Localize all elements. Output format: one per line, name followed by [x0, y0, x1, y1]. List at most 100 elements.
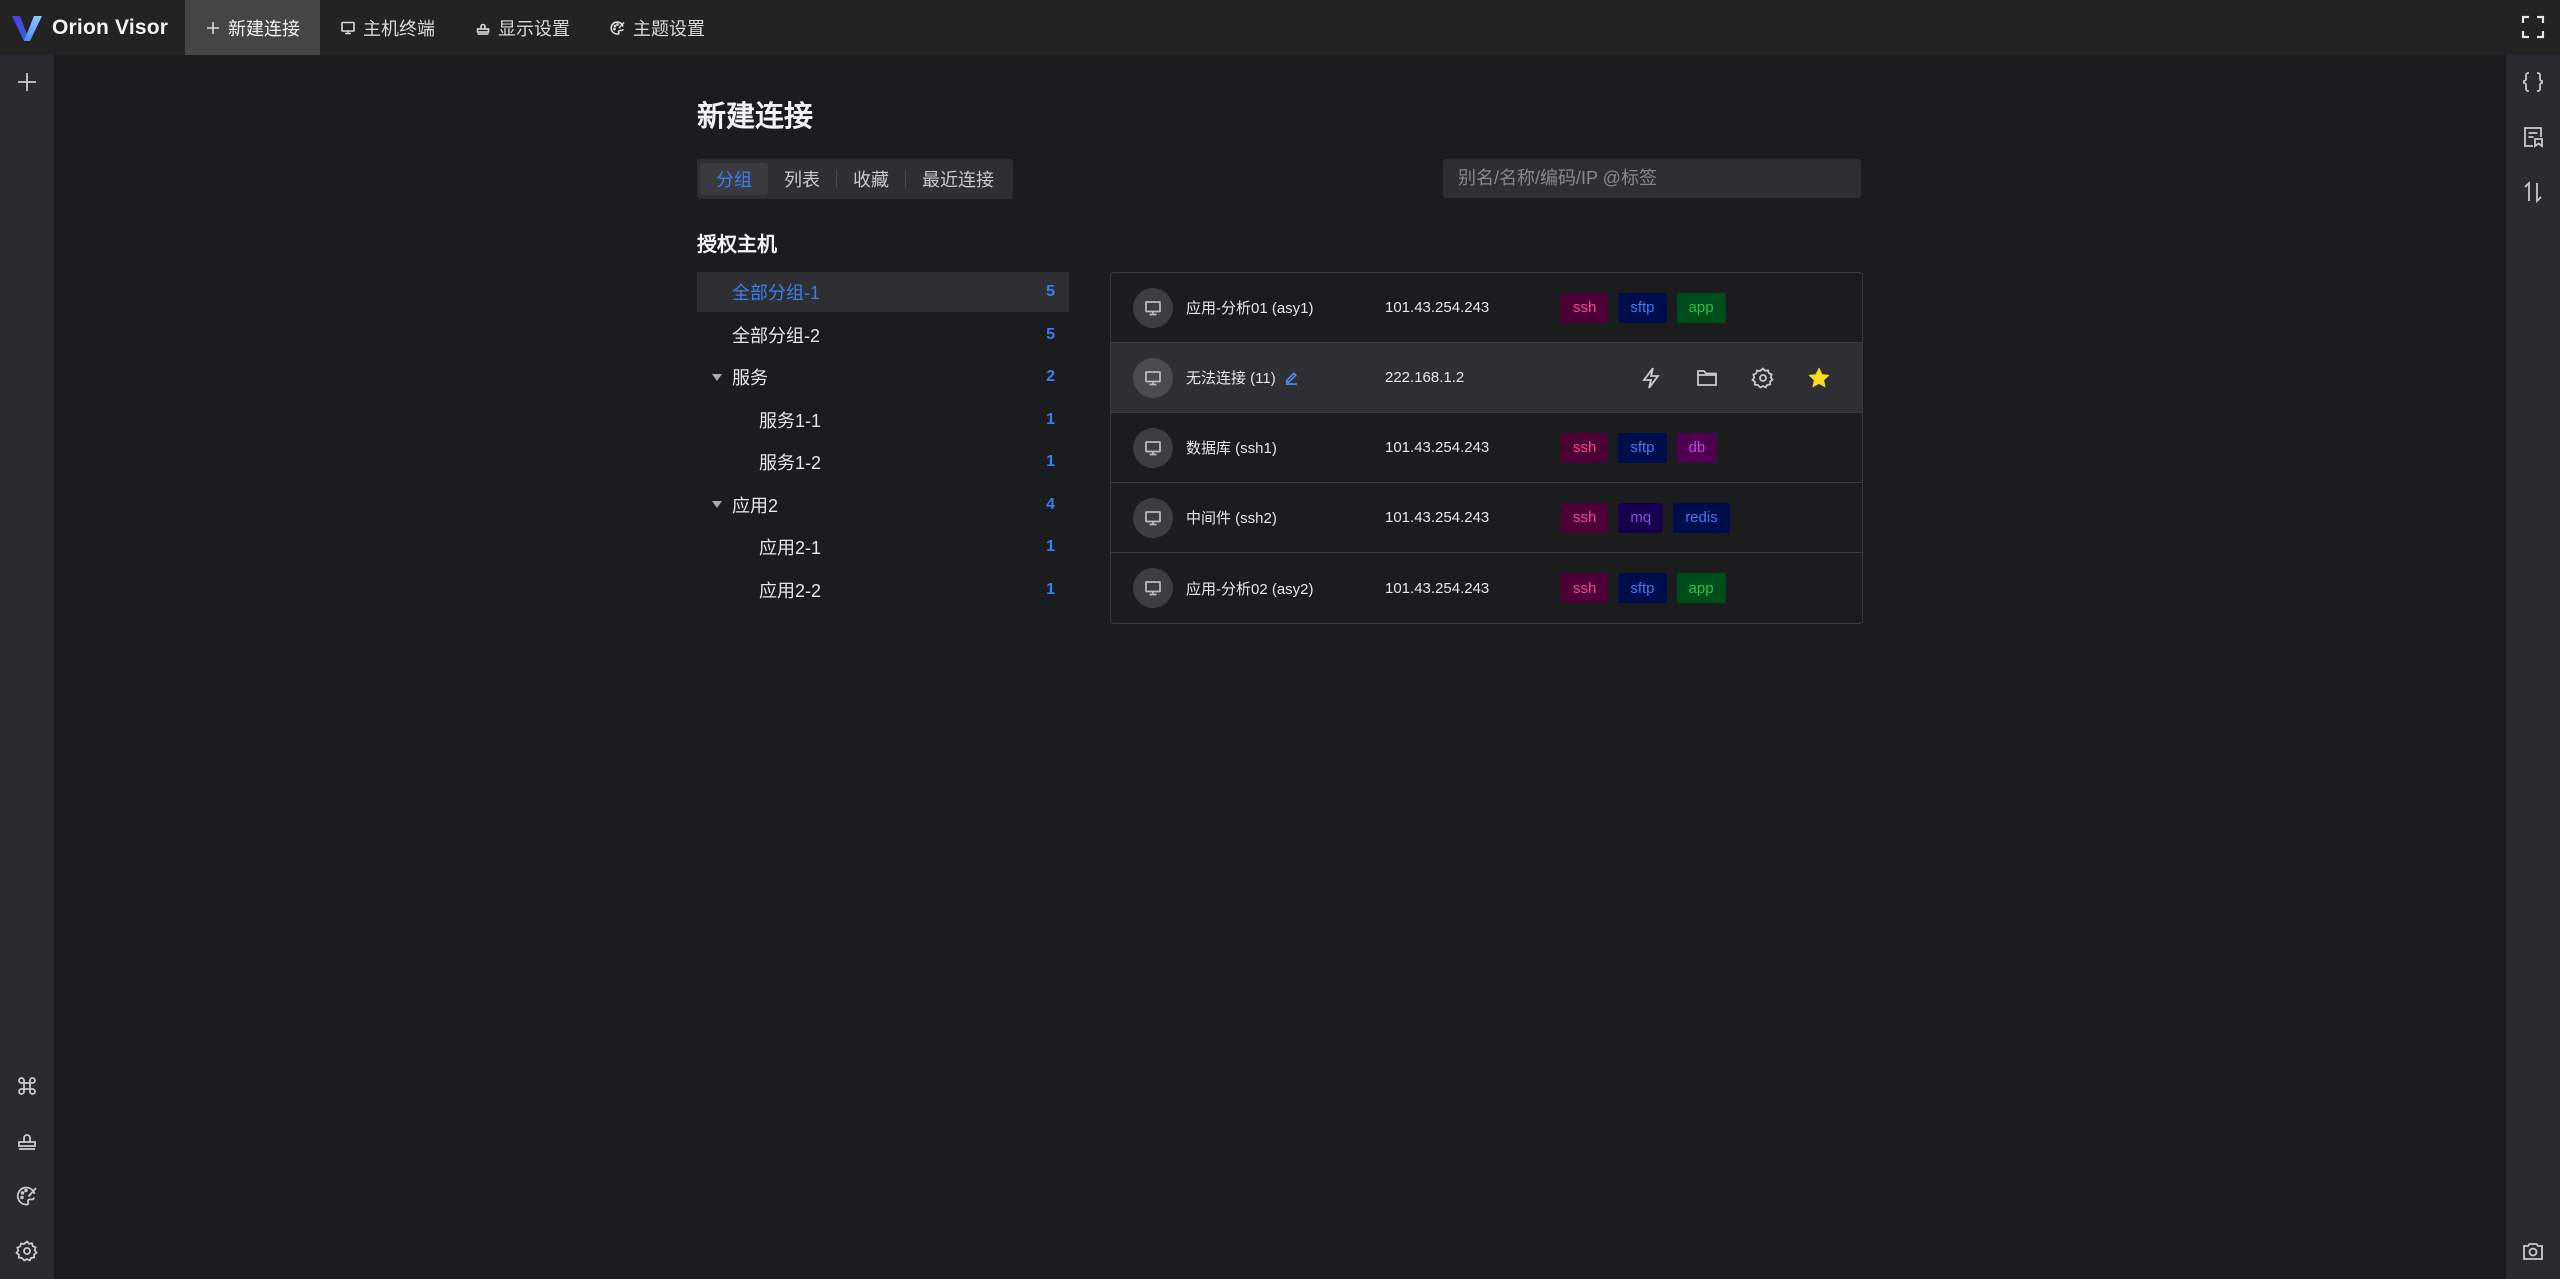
host-ip: 101.43.254.243 — [1385, 579, 1490, 597]
plus-icon — [18, 73, 36, 91]
left-sidebar — [0, 55, 54, 1279]
host-ip: 101.43.254.243 — [1385, 439, 1490, 456]
host-avatar — [1133, 427, 1173, 468]
snippet-braces-button[interactable] — [2518, 67, 2548, 97]
gear-icon — [15, 1240, 38, 1262]
tag-ssh: ssh — [1561, 432, 1609, 463]
host-avatar — [1133, 357, 1173, 398]
tag-mq: mq — [1618, 502, 1664, 533]
tag-sftp: sftp — [1618, 292, 1667, 323]
host-name-text: 数据库 (ssh1) — [1186, 440, 1277, 457]
gear-icon — [1751, 366, 1774, 389]
host-tags: ssh sftp app — [1561, 292, 1726, 323]
display-settings-button[interactable] — [12, 1126, 42, 1156]
tree-item-label: 服务1-1 — [759, 410, 822, 431]
host-actions — [1638, 365, 1832, 391]
host-ip: 101.43.254.243 — [1385, 509, 1490, 526]
host-tags: ssh sftp db — [1561, 432, 1718, 463]
snippet-icon — [2524, 127, 2543, 148]
monitor-icon — [1145, 370, 1161, 385]
view-mode-tabs: 分组 列表 收藏 最近连接 — [697, 159, 1013, 199]
tab-display-settings[interactable]: 显示设置 — [455, 0, 590, 55]
host-name: 应用-分析02 (asy2) — [1186, 578, 1314, 599]
connect-button[interactable] — [1638, 365, 1664, 391]
host-ip: 101.43.254.243 — [1385, 299, 1490, 316]
tree-item[interactable]: 全部分组-2 5 — [697, 315, 1069, 355]
tree-item-count: 1 — [1046, 580, 1055, 598]
edit-alias-button[interactable] — [1284, 370, 1299, 385]
tree-item[interactable]: 服务 2 — [697, 357, 1069, 397]
tree-item-label: 应用2-1 — [759, 538, 822, 558]
transfer-button[interactable] — [2518, 177, 2548, 207]
host-list: 应用-分析01 (asy1) 101.43.254.243 ssh sftp a… — [1110, 272, 1863, 624]
tree-item-label: 服务1-2 — [759, 453, 822, 473]
tab-host-terminal[interactable]: 主机终端 — [320, 0, 455, 55]
tab-theme-settings[interactable]: 主题设置 — [590, 0, 725, 55]
command-snippet-button[interactable] — [2518, 122, 2548, 152]
tree-item[interactable]: 服务1-2 1 — [697, 442, 1069, 482]
favorite-button[interactable] — [1806, 365, 1832, 391]
host-name-text: 中间件 (ssh2) — [1186, 510, 1277, 527]
tree-item[interactable]: 应用2-1 1 — [697, 527, 1069, 567]
tree-item-count: 5 — [1046, 283, 1055, 300]
caret-down-icon[interactable] — [712, 501, 722, 508]
host-avatar — [1133, 568, 1173, 608]
app-title: Orion Visor — [52, 15, 169, 39]
command-icon — [18, 1077, 36, 1095]
tag-redis: redis — [1673, 502, 1730, 533]
host-name-text: 应用-分析02 (asy2) — [1186, 580, 1314, 598]
tree-item-count: 5 — [1046, 325, 1055, 343]
sftp-button[interactable] — [1694, 365, 1720, 391]
tree-item[interactable]: 应用2-2 1 — [697, 570, 1069, 610]
tree-item-label: 服务 — [732, 368, 768, 388]
palette-icon — [610, 20, 626, 36]
monitor-icon — [1145, 440, 1161, 455]
host-row[interactable]: 数据库 (ssh1) 101.43.254.243 ssh sftp db — [1111, 413, 1862, 483]
page-title: 新建连接 — [697, 101, 814, 133]
new-connection-button[interactable] — [12, 67, 42, 97]
host-search-input[interactable] — [1443, 159, 1861, 198]
tree-item-label: 应用2 — [732, 495, 779, 516]
tree-item[interactable]: 应用2 4 — [697, 485, 1069, 525]
tree-item[interactable]: 服务1-1 1 — [697, 400, 1069, 440]
host-row[interactable]: 无法连接 (11) 222.168.1.2 — [1111, 343, 1862, 413]
host-tags: ssh mq redis — [1561, 502, 1730, 533]
host-name: 应用-分析01 (asy1) — [1186, 297, 1314, 318]
tab-label: 主机终端 — [363, 18, 435, 39]
tag-app: app — [1676, 573, 1726, 603]
tag-ssh: ssh — [1561, 502, 1609, 533]
monitor-icon — [1145, 510, 1161, 525]
view-tab-recent[interactable]: 最近连接 — [906, 163, 1010, 195]
lightning-icon — [1642, 366, 1660, 389]
host-row[interactable]: 中间件 (ssh2) 101.43.254.243 ssh mq redis — [1111, 483, 1862, 553]
fullscreen-icon — [2521, 15, 2545, 39]
host-settings-button[interactable] — [1750, 365, 1776, 391]
top-bar: Orion Visor 新建连接 主机终端 显示设置 主题设置 — [0, 0, 2560, 55]
tag-ssh: ssh — [1561, 292, 1609, 323]
right-sidebar — [2506, 55, 2560, 1279]
tag-db: db — [1676, 432, 1718, 463]
tab-new-connection[interactable]: 新建连接 — [185, 0, 320, 55]
view-tab-list[interactable]: 列表 — [768, 163, 836, 195]
fullscreen-button[interactable] — [2520, 14, 2546, 40]
theme-settings-button[interactable] — [12, 1181, 42, 1211]
palette-icon — [16, 1186, 37, 1206]
host-row[interactable]: 应用-分析01 (asy1) 101.43.254.243 ssh sftp a… — [1111, 273, 1862, 343]
tag-sftp: sftp — [1618, 573, 1667, 603]
view-tab-group[interactable]: 分组 — [700, 163, 768, 195]
command-button[interactable] — [12, 1071, 42, 1101]
tree-item-label: 全部分组-1 — [732, 283, 821, 303]
view-tab-favorite[interactable]: 收藏 — [837, 163, 905, 195]
star-icon — [1808, 366, 1830, 388]
tree-item-count: 1 — [1046, 538, 1055, 555]
screenshot-button[interactable] — [2518, 1236, 2548, 1266]
tree-item[interactable]: 全部分组-1 5 — [697, 272, 1069, 312]
tree-item-count: 1 — [1046, 453, 1055, 470]
host-row[interactable]: 应用-分析02 (asy2) 101.43.254.243 ssh sftp a… — [1111, 553, 1862, 623]
caret-down-icon[interactable] — [712, 373, 722, 381]
host-ip: 222.168.1.2 — [1385, 369, 1465, 386]
monitor-icon — [1145, 581, 1161, 596]
host-avatar — [1133, 497, 1173, 538]
settings-button[interactable] — [12, 1236, 42, 1266]
host-name: 无法连接 (11) — [1186, 367, 1299, 388]
